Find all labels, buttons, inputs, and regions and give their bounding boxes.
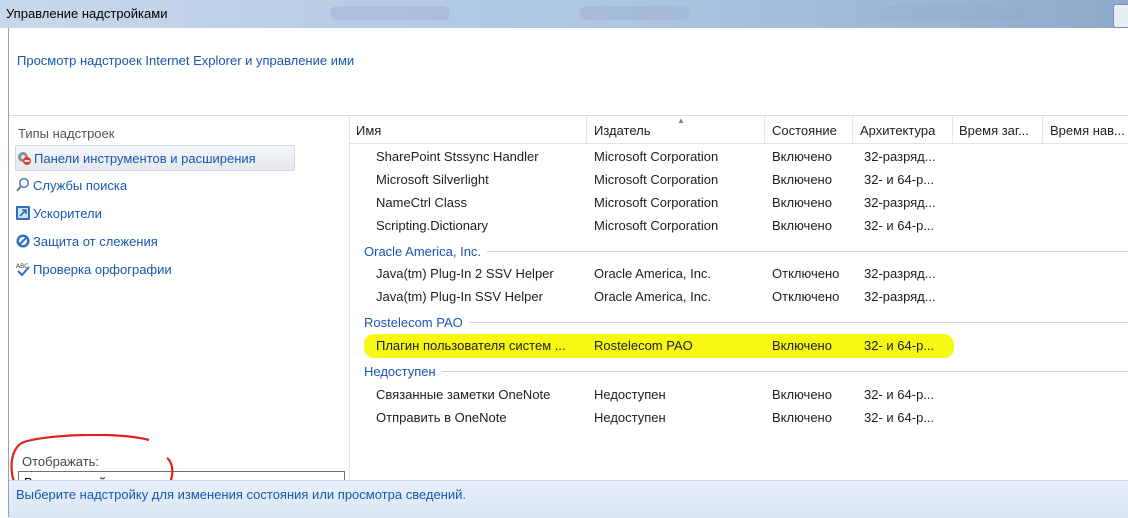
cell-name: Связанные заметки OneNote: [376, 387, 551, 402]
cell-publisher: Microsoft Corporation: [594, 172, 719, 187]
cell-name: Scripting.Dictionary: [376, 218, 488, 233]
table-row[interactable]: Отправить в OneNote Недоступен Включено …: [350, 406, 1128, 429]
column-header-load-time[interactable]: Время заг...: [959, 123, 1029, 138]
cell-architecture: 32- и 64-р...: [864, 218, 935, 233]
cell-publisher: Microsoft Corporation: [594, 218, 719, 233]
cell-state: Включено: [772, 149, 832, 164]
type-item-label: Проверка орфографии: [33, 261, 172, 277]
cell-name: Microsoft Silverlight: [376, 172, 489, 187]
type-item-label: Панели инструментов и расширения: [34, 150, 256, 166]
cell-state: Включено: [772, 410, 832, 425]
cell-architecture: 32- и 64-р...: [864, 172, 935, 187]
type-item-label: Ускорители: [33, 205, 102, 221]
type-item-search[interactable]: Службы поиска: [15, 173, 127, 197]
window-control-button[interactable]: [1113, 4, 1128, 28]
cell-state: Включено: [772, 218, 832, 233]
table-row-highlighted[interactable]: Плагин пользователя систем ... Rosteleco…: [350, 334, 1128, 358]
table-header: Имя ▲ Издатель Состояние Архитектура Вре…: [350, 116, 1128, 144]
group-label: Недоступен: [364, 364, 442, 379]
show-label: Отображать:: [22, 454, 100, 469]
header-text: Просмотр надстроек Internet Explorer и у…: [17, 53, 355, 68]
blurred-region: [330, 6, 450, 20]
cell-name: Отправить в OneNote: [376, 410, 507, 425]
column-header-name[interactable]: Имя: [356, 123, 381, 138]
group-header-oracle[interactable]: Oracle America, Inc.: [350, 240, 1128, 262]
cell-name: Плагин пользователя систем ...: [376, 338, 566, 353]
addon-types-label: Типы надстроек: [18, 126, 115, 141]
column-header-state[interactable]: Состояние: [772, 123, 837, 138]
cell-architecture: 32-разряд...: [864, 289, 936, 304]
table-row[interactable]: Java(tm) Plug-In SSV Helper Oracle Ameri…: [350, 285, 1128, 308]
cell-publisher: Microsoft Corporation: [594, 149, 719, 164]
table-row[interactable]: SharePoint Stssync Handler Microsoft Cor…: [350, 145, 1128, 168]
blurred-region: [880, 6, 1030, 20]
type-item-accelerators[interactable]: Ускорители: [15, 201, 102, 225]
cell-state: Включено: [772, 195, 832, 210]
cell-name: Java(tm) Plug-In SSV Helper: [376, 289, 543, 304]
table-row[interactable]: Microsoft Silverlight Microsoft Corporat…: [350, 168, 1128, 191]
cell-state: Включено: [772, 387, 832, 402]
cell-name: NameCtrl Class: [376, 195, 468, 210]
type-item-spelling[interactable]: ABC Проверка орфографии: [15, 257, 172, 281]
gear-icon: [16, 150, 32, 166]
cell-name: SharePoint Stssync Handler: [376, 149, 539, 164]
status-text: Выберите надстройку для изменения состоя…: [16, 487, 467, 502]
column-header-architecture[interactable]: Архитектура: [860, 123, 935, 138]
type-item-label: Службы поиска: [33, 177, 128, 193]
addons-table: Имя ▲ Издатель Состояние Архитектура Вре…: [350, 116, 1128, 479]
cell-publisher: Oracle America, Inc.: [594, 289, 712, 304]
cell-architecture: 32- и 64-р...: [864, 387, 935, 402]
cell-publisher: Недоступен: [594, 410, 666, 425]
cell-architecture: 32- и 64-р...: [864, 410, 935, 425]
cell-state: Включено: [772, 338, 832, 353]
group-header-unavailable[interactable]: Недоступен: [350, 360, 1128, 382]
group-header-rostelecom[interactable]: Rostelecom PAO: [350, 311, 1128, 333]
type-item-label: Защита от слежения: [33, 233, 158, 249]
type-item-toolbars[interactable]: Панели инструментов и расширения: [15, 145, 295, 171]
cell-publisher: Microsoft Corporation: [594, 195, 719, 210]
cell-architecture: 32-разряд...: [864, 195, 936, 210]
cell-architecture: 32-разряд...: [864, 266, 936, 281]
sort-up-icon: ▲: [677, 116, 685, 125]
block-icon: [15, 233, 31, 249]
spellcheck-icon: ABC: [15, 261, 31, 277]
group-label: Rostelecom PAO: [364, 315, 469, 330]
title-bar: Управление надстройками: [0, 0, 1128, 28]
cell-architecture: 32-разряд...: [864, 149, 936, 164]
cell-publisher: Недоступен: [594, 387, 666, 402]
type-item-tracking-protection[interactable]: Защита от слежения: [15, 229, 158, 253]
cell-state: Отключено: [772, 289, 840, 304]
addons-window: Просмотр надстроек Internet Explorer и у…: [8, 28, 1128, 518]
column-header-publisher[interactable]: Издатель: [594, 123, 651, 138]
cell-architecture: 32- и 64-р...: [864, 338, 935, 353]
table-row[interactable]: NameCtrl Class Microsoft Corporation Вкл…: [350, 191, 1128, 214]
cell-publisher: Oracle America, Inc.: [594, 266, 712, 281]
addon-types-panel: Типы надстроек Панели инструментов и рас…: [9, 116, 350, 504]
cell-state: Включено: [772, 172, 832, 187]
header: Просмотр надстроек Internet Explorer и у…: [9, 28, 1128, 116]
cell-publisher: Rostelecom PAO: [594, 338, 693, 353]
table-row[interactable]: Связанные заметки OneNote Недоступен Вкл…: [350, 383, 1128, 406]
search-icon: [15, 177, 31, 193]
group-label: Oracle America, Inc.: [364, 244, 488, 259]
blurred-region: [580, 6, 690, 20]
cell-state: Отключено: [772, 266, 840, 281]
status-bar: Выберите надстройку для изменения состоя…: [9, 480, 1128, 518]
column-header-nav-time[interactable]: Время нав...: [1050, 123, 1125, 138]
window-title: Управление надстройками: [6, 6, 168, 21]
table-row[interactable]: Scripting.Dictionary Microsoft Corporati…: [350, 214, 1128, 237]
table-row[interactable]: Java(tm) Plug-In 2 SSV Helper Oracle Ame…: [350, 262, 1128, 285]
accelerator-icon: [15, 205, 31, 221]
cell-name: Java(tm) Plug-In 2 SSV Helper: [376, 266, 554, 281]
